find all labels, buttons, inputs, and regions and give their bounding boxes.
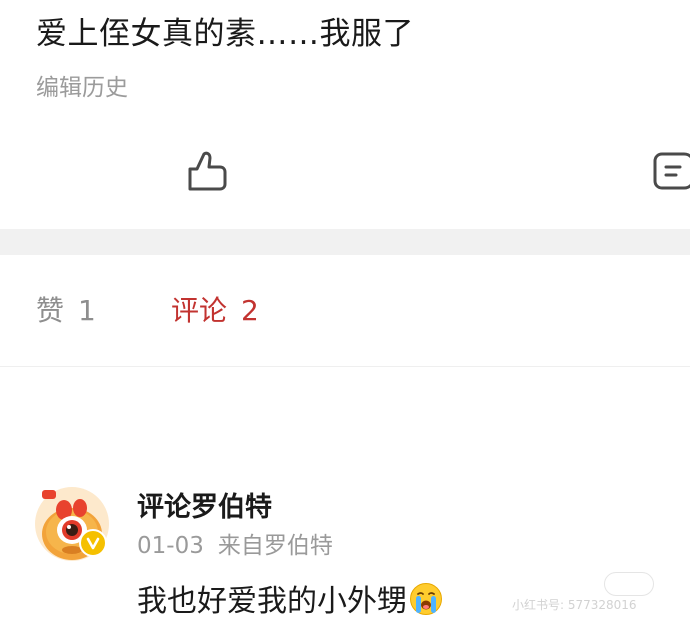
comment-date: 01-03 [137, 533, 204, 559]
tab-comments[interactable]: 评论 2 [171, 286, 259, 336]
post-text: 爱上侄女真的素……我服了 [36, 16, 414, 52]
verified-badge-icon [79, 529, 107, 557]
tab-comments-label: 评论 [171, 294, 228, 327]
comment-bubble-icon[interactable] [652, 150, 690, 192]
comment-body: 我也好爱我的小外甥 [137, 584, 407, 619]
comment-source: 来自罗伯特 [217, 533, 333, 559]
commenter-name[interactable]: 评论罗伯特 [137, 488, 272, 528]
tab-likes-label: 赞 [36, 294, 65, 327]
thumbs-up-icon[interactable] [182, 148, 230, 194]
watermark-text: 小红书号: 577328016 [512, 598, 637, 612]
section-divider [0, 229, 690, 255]
tab-comments-count: 2 [241, 294, 259, 327]
reaction-tabs: 赞1 评论 2 [0, 286, 690, 340]
watermark-logo [604, 572, 654, 596]
tab-likes[interactable]: 赞1 [36, 286, 96, 336]
comment-text: 我也好爱我的小外甥 [137, 580, 443, 624]
comment-meta: 01-03 来自罗伯特 [137, 528, 333, 564]
edit-history-link[interactable]: 编辑历史 [36, 68, 128, 108]
tabs-divider [0, 366, 690, 367]
tab-likes-count: 1 [78, 294, 96, 327]
crying-face-icon [410, 583, 442, 615]
